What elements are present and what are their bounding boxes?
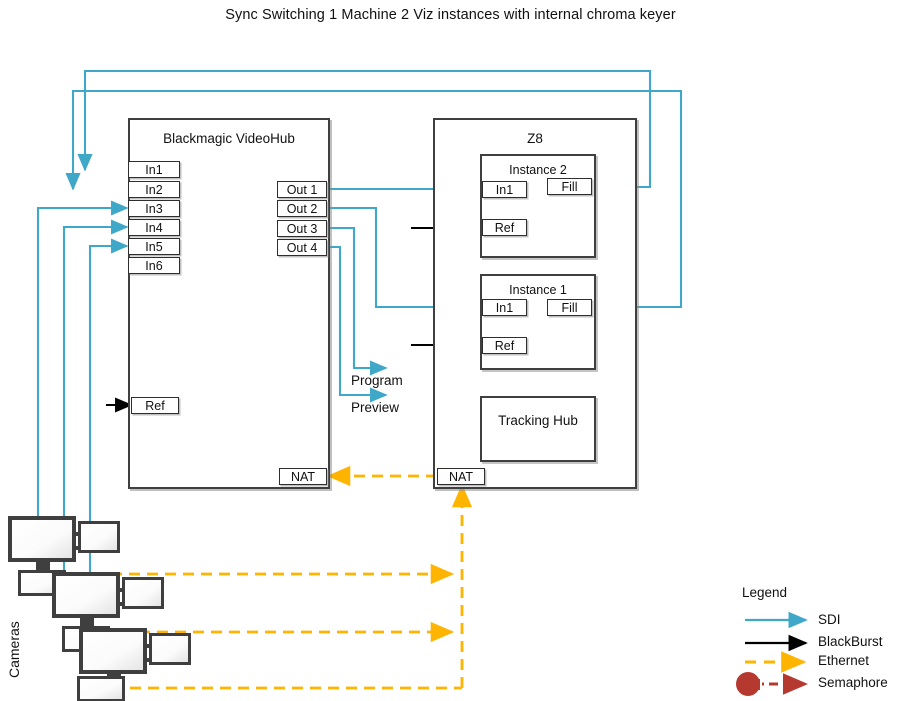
legend-label-ethernet: Ethernet [818, 653, 870, 668]
legend-label-blackburst: BlackBurst [818, 634, 883, 649]
legend-label-sdi: SDI [818, 612, 841, 627]
diagram-canvas: Sync Switching 1 Machine 2 Viz instances… [0, 0, 901, 701]
legend-symbol-semaphore [736, 672, 808, 696]
legend-symbols [736, 611, 808, 696]
legend-label-semaphore: Semaphore [818, 675, 888, 690]
